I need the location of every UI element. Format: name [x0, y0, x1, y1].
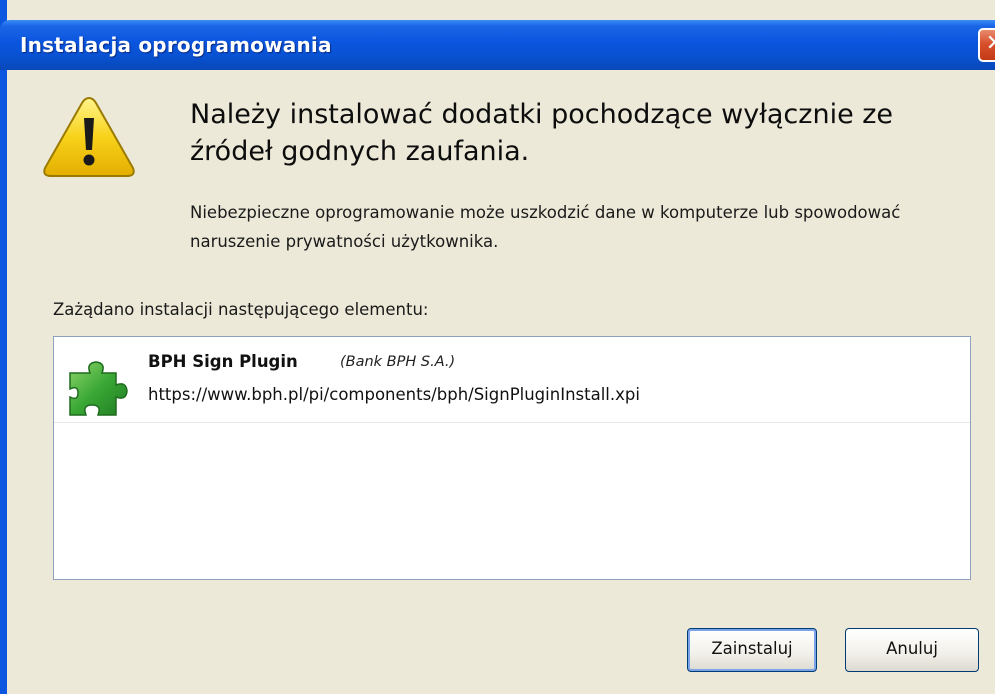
plugin-name: BPH Sign Plugin — [148, 352, 298, 371]
plugin-url: https://www.bph.pl/pi/components/bph/Sig… — [148, 385, 640, 404]
warning-headline: Należy instalować dodatki pochodzące wył… — [190, 99, 894, 167]
install-item-list[interactable]: BPH Sign Plugin (Bank BPH S.A.) https://… — [53, 336, 971, 580]
plugin-vendor: (Bank BPH S.A.) — [340, 354, 456, 370]
list-item[interactable]: BPH Sign Plugin (Bank BPH S.A.) https://… — [54, 337, 970, 423]
title-bar[interactable]: Instalacja oprogramowania ✕ — [0, 20, 995, 70]
puzzle-piece-icon — [64, 359, 130, 423]
window-title: Instalacja oprogramowania — [20, 33, 332, 57]
warning-triangle-icon — [41, 94, 137, 184]
install-button[interactable]: Zainstaluj — [687, 628, 817, 672]
cancel-button[interactable]: Anuluj — [845, 628, 979, 672]
close-button[interactable]: ✕ — [978, 28, 995, 62]
warning-description: Niebezpieczne oprogramowanie może uszkod… — [190, 203, 901, 251]
install-dialog: Instalacja oprogramowania ✕ Należy insta… — [0, 0, 995, 694]
request-caption: Zażądano instalacji następującego elemen… — [53, 300, 429, 319]
